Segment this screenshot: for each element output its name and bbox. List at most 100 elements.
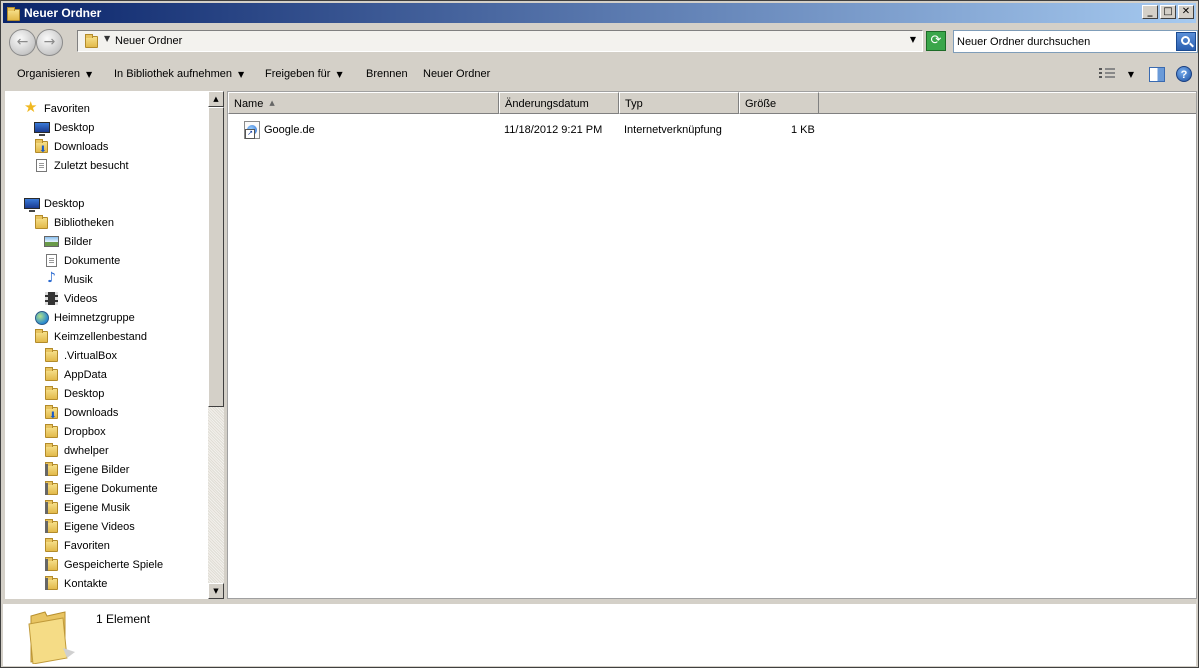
desktop-icon bbox=[34, 120, 50, 136]
share-with-menu[interactable]: Freigeben für ▼ bbox=[265, 68, 343, 80]
nav-item-dropbox[interactable]: Dropbox bbox=[44, 423, 106, 440]
burn-button[interactable]: Brennen bbox=[366, 68, 408, 80]
change-view-icon[interactable] bbox=[1099, 67, 1115, 81]
nav-item-homegroup[interactable]: Heimnetzgruppe bbox=[34, 309, 135, 326]
nav-item-pictures[interactable]: Bilder bbox=[44, 233, 92, 250]
folder-icon bbox=[44, 367, 60, 382]
downloads-folder-icon: ⬇ bbox=[34, 139, 50, 155]
music-folder-icon bbox=[44, 500, 60, 515]
column-header-type[interactable]: Typ bbox=[619, 92, 739, 114]
nav-scrollbar[interactable]: ▲ ▼ bbox=[208, 91, 224, 599]
libraries-icon bbox=[34, 215, 50, 230]
column-header-name[interactable]: Name ▲ bbox=[228, 92, 499, 114]
nav-item-dwhelper[interactable]: dwhelper bbox=[44, 442, 109, 459]
downloads-folder-icon: ⬇ bbox=[44, 405, 60, 421]
address-bar[interactable]: ▼ Neuer Ordner ▼ bbox=[77, 30, 923, 52]
contacts-folder-icon bbox=[44, 576, 60, 591]
folder-icon bbox=[44, 348, 60, 363]
nav-item-saved-games[interactable]: Gespeicherte Spiele bbox=[44, 556, 163, 573]
file-type: Internetverknüpfung bbox=[624, 124, 722, 136]
nav-item-appdata[interactable]: AppData bbox=[44, 366, 107, 383]
nav-item-contacts[interactable]: Kontakte bbox=[44, 575, 107, 592]
search-input[interactable] bbox=[957, 34, 1167, 50]
nav-item-user-downloads[interactable]: ⬇ Downloads bbox=[44, 404, 118, 421]
pictures-icon bbox=[44, 234, 60, 249]
favorites-folder-icon bbox=[44, 538, 60, 553]
table-row[interactable]: Google.de 11/18/2012 9:21 PM Internetver… bbox=[228, 120, 1198, 140]
title-bar[interactable]: Neuer Ordner _ □ ✕ bbox=[3, 3, 1196, 23]
command-bar: Organisieren ▼ In Bibliothek aufnehmen ▼ F… bbox=[3, 61, 1196, 89]
sort-ascending-icon: ▲ bbox=[269, 99, 275, 107]
nav-item-libraries[interactable]: Bibliotheken bbox=[34, 214, 114, 231]
homegroup-icon bbox=[34, 310, 50, 325]
folder-icon bbox=[84, 34, 98, 48]
breadcrumb[interactable]: Neuer Ordner bbox=[115, 35, 182, 47]
nav-item-eigene-bilder[interactable]: Eigene Bilder bbox=[44, 461, 129, 478]
organize-menu[interactable]: Organisieren ▼ bbox=[17, 68, 92, 80]
recent-places-icon bbox=[34, 158, 50, 173]
details-pane: 1 Element bbox=[3, 602, 1196, 666]
minimize-button[interactable]: _ bbox=[1142, 5, 1158, 19]
nav-item-desktop[interactable]: Desktop bbox=[34, 119, 94, 136]
internet-shortcut-icon bbox=[244, 121, 260, 139]
help-icon[interactable]: ? bbox=[1176, 66, 1192, 82]
nav-item-eigene-videos[interactable]: Eigene Videos bbox=[44, 518, 135, 535]
window-controls: _ □ ✕ bbox=[1142, 5, 1194, 19]
scroll-down-icon[interactable]: ▼ bbox=[208, 583, 224, 599]
saved-games-folder-icon bbox=[44, 557, 60, 572]
chevron-down-icon: ▼ bbox=[85, 70, 93, 79]
nav-item-desktop-root[interactable]: Desktop bbox=[24, 195, 84, 212]
nav-item-eigene-dokumente[interactable]: Eigene Dokumente bbox=[44, 480, 158, 497]
user-folder-icon bbox=[34, 329, 50, 344]
file-date: 11/18/2012 9:21 PM bbox=[504, 124, 603, 136]
maximize-button[interactable]: □ bbox=[1160, 5, 1176, 19]
nav-item-user-folder[interactable]: Keimzellenbestand bbox=[34, 328, 147, 345]
view-options-dropdown[interactable]: ▼ bbox=[1125, 70, 1137, 79]
chevron-down-icon: ▼ bbox=[336, 70, 343, 79]
nav-item-favoriten-folder[interactable]: Favoriten bbox=[44, 537, 110, 554]
close-button[interactable]: ✕ bbox=[1178, 5, 1194, 19]
back-button[interactable]: ← bbox=[9, 29, 36, 56]
nav-item-recent-places[interactable]: Zuletzt besucht bbox=[34, 157, 129, 174]
new-folder-button[interactable]: Neuer Ordner bbox=[423, 68, 490, 80]
search-button[interactable] bbox=[1176, 32, 1196, 51]
column-header-size[interactable]: Größe bbox=[739, 92, 819, 114]
forward-button[interactable]: → bbox=[36, 29, 63, 56]
item-count: 1 Element bbox=[96, 612, 151, 626]
address-bar-row: ← → ▼ Neuer Ordner ▼ ⟳ bbox=[3, 25, 1198, 59]
folder-icon bbox=[6, 6, 20, 21]
refresh-button[interactable]: ⟳ bbox=[926, 31, 946, 51]
videos-folder-icon bbox=[44, 519, 60, 534]
nav-item-virtualbox[interactable]: .VirtualBox bbox=[44, 347, 117, 364]
view-controls: ▼ ? bbox=[1099, 66, 1192, 82]
desktop-icon bbox=[24, 196, 40, 212]
pictures-folder-icon bbox=[44, 462, 60, 477]
file-list: Name▲ Änderungsdatum Typ Größe Google.de… bbox=[227, 91, 1197, 599]
scroll-up-icon[interactable]: ▲ bbox=[208, 91, 224, 107]
file-size: 1 KB bbox=[791, 124, 815, 136]
nav-item-downloads[interactable]: ⬇ Downloads bbox=[34, 138, 108, 155]
nav-item-documents[interactable]: Dokumente bbox=[44, 252, 120, 269]
nav-item-user-desktop[interactable]: Desktop bbox=[44, 385, 104, 402]
breadcrumb-chevron-icon[interactable]: ▼ bbox=[104, 34, 110, 43]
address-history-dropdown[interactable]: ▼ bbox=[910, 35, 916, 44]
preview-pane-icon[interactable] bbox=[1149, 66, 1165, 82]
explorer-window: Neuer Ordner _ □ ✕ ← → ▼ Neuer Ordner ▼ … bbox=[0, 0, 1199, 668]
folder-icon bbox=[44, 443, 60, 458]
nav-item-videos[interactable]: Videos bbox=[44, 290, 97, 307]
include-in-library-menu[interactable]: In Bibliothek aufnehmen ▼ bbox=[114, 68, 244, 80]
documents-icon bbox=[44, 253, 60, 268]
nav-item-music[interactable]: ♪ Musik bbox=[44, 270, 93, 288]
nav-item-favoriten[interactable]: ★ Favoriten bbox=[24, 99, 90, 117]
search-box[interactable] bbox=[953, 30, 1198, 53]
videos-icon bbox=[44, 291, 60, 306]
window-title: Neuer Ordner bbox=[24, 6, 102, 20]
file-name: Google.de bbox=[264, 124, 315, 136]
column-header-date[interactable]: Änderungsdatum bbox=[499, 92, 619, 114]
nav-item-eigene-musik[interactable]: Eigene Musik bbox=[44, 499, 130, 516]
folder-icon bbox=[44, 424, 60, 439]
column-header-filler bbox=[819, 92, 1196, 114]
documents-folder-icon bbox=[44, 481, 60, 496]
scrollbar-thumb[interactable] bbox=[208, 107, 224, 407]
music-icon: ♪ bbox=[47, 270, 56, 286]
